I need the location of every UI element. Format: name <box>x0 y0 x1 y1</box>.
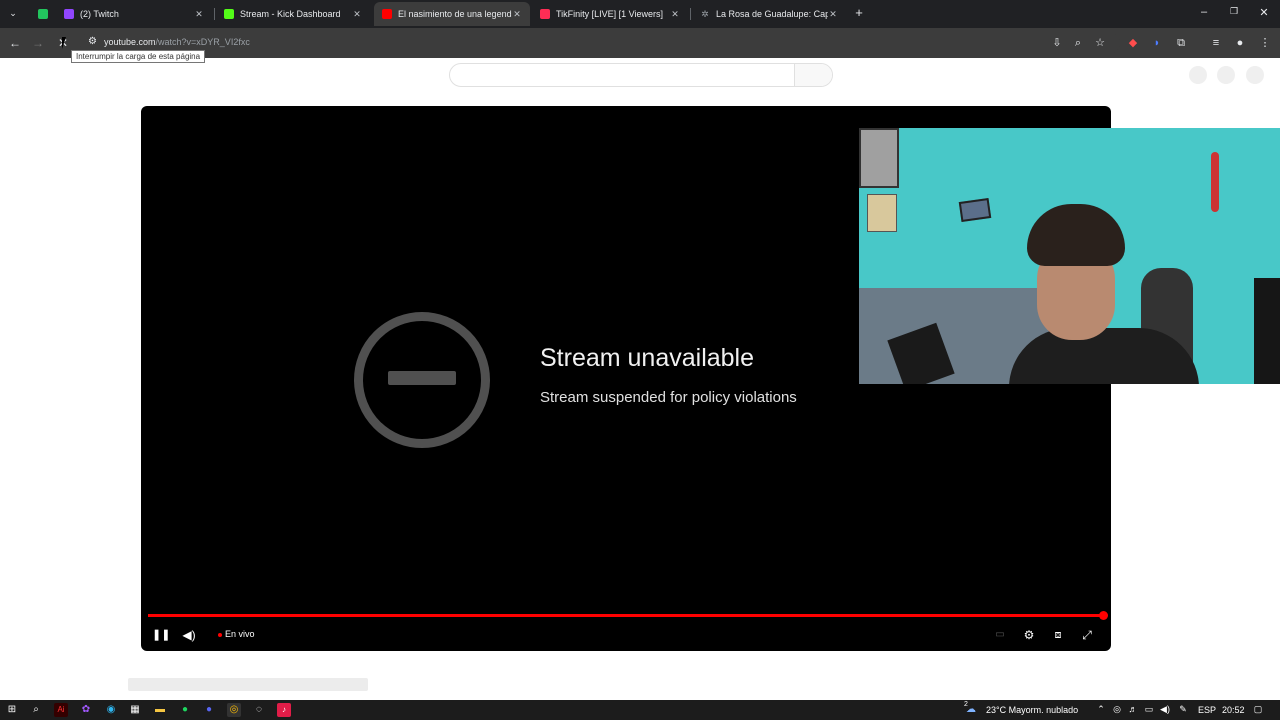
tab-title: TikFinity [LIVE] [1 Viewers] <box>556 9 664 19</box>
install-app-icon[interactable]: ⇩ <box>1049 34 1065 52</box>
folder-icon[interactable]: ▬ <box>153 703 167 717</box>
notifications-placeholder[interactable] <box>1217 66 1235 84</box>
miniplayer-icon[interactable]: ⧈ <box>1050 626 1066 644</box>
notifications-icon[interactable]: ▢ <box>1252 704 1264 715</box>
live-label[interactable]: En vivo <box>225 629 255 639</box>
weather-badge: 2 <box>964 701 968 708</box>
webcam-overlay <box>859 128 1280 384</box>
close-icon[interactable]: ✕ <box>670 9 680 20</box>
url-text[interactable]: youtube.com/watch?v=xDYR_VI2fxc <box>104 37 250 47</box>
search-button[interactable] <box>794 64 832 86</box>
pause-icon[interactable]: ❚❚ <box>152 626 170 644</box>
search-input[interactable] <box>449 63 833 87</box>
tab-title: El nasimiento de una legenda - <box>398 9 512 19</box>
tab-youtube-active[interactable]: El nasimiento de una legenda - ✕ <box>374 2 530 26</box>
extension-sound-icon[interactable]: ◗ <box>1149 34 1165 52</box>
window-close-icon[interactable]: ✕ <box>1256 6 1272 19</box>
language-indicator[interactable]: ESP <box>1198 705 1216 715</box>
tab-la-rosa-de-guadalupe[interactable]: ✲ La Rosa de Guadalupe: Capítulo ✕ <box>692 4 846 24</box>
wall-poster <box>859 128 899 188</box>
obs-icon[interactable]: ◌ <box>252 703 266 717</box>
weather-text[interactable]: 23°C Mayorm. nublado <box>986 705 1078 715</box>
create-button-placeholder[interactable] <box>1189 66 1207 84</box>
tab-kick-dashboard[interactable]: Stream - Kick Dashboard ✕ <box>216 4 370 24</box>
site-settings-icon[interactable]: ⚙ <box>88 36 97 47</box>
speaker-icon[interactable]: ◀) <box>1159 704 1171 715</box>
tiktok-icon[interactable]: ♪ <box>277 703 291 717</box>
url-host: youtube.com <box>104 37 156 47</box>
tab-title: Stream - Kick Dashboard <box>240 9 341 19</box>
extension-flame-icon[interactable]: ◆ <box>1125 34 1141 52</box>
twitch-icon <box>64 9 74 19</box>
title-placeholder <box>128 678 368 691</box>
tab-title: La Rosa de Guadalupe: Capítulo <box>716 9 828 19</box>
youtube-icon <box>382 9 392 19</box>
microphone-icon[interactable]: ♬ <box>1127 704 1139 714</box>
tray-app-icon[interactable]: ◎ <box>1111 704 1123 715</box>
progress-scrubber[interactable] <box>1099 611 1108 620</box>
bookmark-star-icon[interactable]: ☆ <box>1092 34 1108 52</box>
minimize-icon[interactable]: – <box>1196 6 1212 18</box>
chevron-up-icon[interactable]: ⌃ <box>1095 704 1107 715</box>
discord-icon[interactable]: ● <box>202 703 216 717</box>
tab-twitch[interactable]: (2) Twitch ✕ <box>56 4 212 24</box>
chrome-icon[interactable]: ◎ <box>227 703 241 717</box>
pen-icon[interactable]: ✎ <box>1177 704 1189 715</box>
hanging-charm <box>1211 152 1219 212</box>
new-tab-button[interactable]: + <box>850 4 868 22</box>
live-dot <box>218 633 222 637</box>
star-icon: ✲ <box>701 9 709 19</box>
back-arrow-icon[interactable]: ← <box>6 34 24 52</box>
windows-start-icon[interactable]: ⊞ <box>5 703 19 717</box>
zoom-icon[interactable]: ⌕ <box>1070 34 1086 52</box>
kick-icon <box>224 9 234 19</box>
tab-separator <box>690 8 691 20</box>
restore-icon[interactable]: ❐ <box>1226 6 1242 17</box>
edge-icon[interactable]: ◉ <box>104 703 118 717</box>
speaker <box>1254 278 1280 384</box>
stop-loading-tooltip: Interrumpir la carga de esta página <box>71 50 206 63</box>
forward-arrow-icon[interactable]: → <box>29 34 47 52</box>
store-icon[interactable]: ▦ <box>128 703 142 717</box>
close-icon[interactable]: ✕ <box>512 9 522 20</box>
extensions-puzzle-icon[interactable]: ⧉ <box>1173 34 1189 52</box>
mouse-cursor-icon <box>62 37 70 49</box>
fullscreen-icon[interactable]: ⤢ <box>1079 626 1095 644</box>
close-icon[interactable]: ✕ <box>352 9 362 20</box>
taskbar: ⊞ ⌕ Ai ✿ ◉ ▦ ▬ ● ● ◎ ◌ ♪ ☁ 2 23°C Mayorm… <box>0 700 1280 720</box>
close-icon[interactable]: ✕ <box>828 9 838 20</box>
clock-time[interactable]: 20:52 <box>1222 705 1245 715</box>
unavailable-icon <box>354 312 490 448</box>
captions-icon[interactable]: ▭ <box>993 626 1007 644</box>
illustrator-icon[interactable]: Ai <box>54 703 68 717</box>
error-title: Stream unavailable <box>540 344 755 372</box>
search-icon[interactable]: ⌕ <box>29 703 43 717</box>
tikfinity-icon <box>540 9 550 19</box>
error-subtitle: Stream suspended for policy violations <box>540 389 797 406</box>
person-shirt <box>1009 328 1199 384</box>
volume-icon[interactable]: ◀) <box>181 626 197 644</box>
spotify-icon[interactable]: ● <box>178 703 192 717</box>
person-hair <box>1027 204 1125 266</box>
url-path: /watch?v=xDYR_VI2fxc <box>155 37 250 47</box>
tab-tikfinity[interactable]: TikFinity [LIVE] [1 Viewers] ✕ <box>532 4 688 24</box>
browser-tab-strip: ⌄ (2) Twitch ✕ Stream - Kick Dashboard ✕… <box>0 0 1280 28</box>
menu-kebab-icon[interactable]: ⋮ <box>1257 34 1273 52</box>
figma-icon[interactable]: ✿ <box>79 703 93 717</box>
site-favicon-icon <box>38 9 48 19</box>
tab-pinned[interactable] <box>30 4 52 24</box>
wall-frame <box>958 198 992 222</box>
display-icon[interactable]: ▭ <box>1143 704 1155 715</box>
wanted-poster <box>867 194 897 232</box>
profile-avatar-icon[interactable]: ● <box>1232 34 1248 52</box>
tab-search-chevron-icon[interactable]: ⌄ <box>4 4 22 22</box>
settings-gear-icon[interactable]: ⚙ <box>1021 626 1037 644</box>
tab-title: (2) Twitch <box>80 9 119 19</box>
media-controls-icon[interactable]: ≡ <box>1208 34 1224 52</box>
avatar-placeholder[interactable] <box>1246 66 1264 84</box>
close-icon[interactable]: ✕ <box>194 9 204 20</box>
progress-bar[interactable] <box>148 614 1104 617</box>
address-bar[interactable]: ⚙ youtube.com/watch?v=xDYR_VI2fxc <box>80 32 1120 54</box>
tab-separator <box>214 8 215 20</box>
